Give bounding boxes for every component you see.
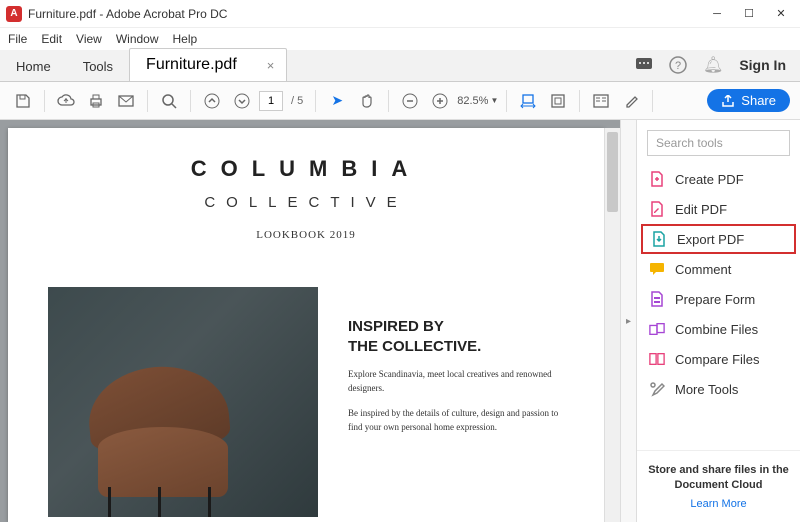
maximize-button[interactable]: ☐ bbox=[742, 7, 756, 21]
doc-para-2: Be inspired by the details of culture, d… bbox=[348, 407, 564, 434]
tool-item-create-pdf[interactable]: Create PDF bbox=[637, 164, 800, 194]
tools-panel: Search tools Create PDF Edit PDF Export PD… bbox=[636, 120, 800, 522]
doc-copy: INSPIRED BY THE COLLECTIVE. Explore Scan… bbox=[348, 287, 564, 517]
doc-brand-title: COLUMBIA bbox=[48, 156, 564, 182]
edit-pdf-icon bbox=[649, 201, 665, 217]
selection-tool-icon[interactable]: ➤ bbox=[324, 88, 350, 114]
tab-document-label: Furniture.pdf bbox=[146, 56, 237, 74]
close-button[interactable]: ✕ bbox=[774, 7, 788, 21]
export-pdf-icon bbox=[651, 231, 667, 247]
tool-item-compare-files[interactable]: Compare Files bbox=[637, 344, 800, 374]
main-area: COLUMBIA COLLECTIVE LOOKBOOK 2019 INSPIR… bbox=[0, 120, 800, 522]
tab-document-active[interactable]: Furniture.pdf × bbox=[129, 48, 287, 81]
doc-lookbook: LOOKBOOK 2019 bbox=[48, 229, 564, 241]
create-pdf-icon bbox=[649, 171, 665, 187]
search-icon[interactable] bbox=[156, 88, 182, 114]
titlebar: A Furniture.pdf - Adobe Acrobat Pro DC ─… bbox=[0, 0, 800, 28]
tool-list: Create PDF Edit PDF Export PDF Comment Prepa… bbox=[637, 164, 800, 450]
tool-item-label: Edit PDF bbox=[675, 202, 727, 217]
tool-item-label: Comment bbox=[675, 262, 731, 277]
minimize-button[interactable]: ─ bbox=[710, 7, 724, 21]
tool-item-label: Compare Files bbox=[675, 352, 760, 367]
bell-icon[interactable]: 🔔︎ bbox=[703, 55, 723, 75]
tabbar: Home Tools Furniture.pdf × ? 🔔︎ Sign In bbox=[0, 50, 800, 82]
mail-icon[interactable] bbox=[113, 88, 139, 114]
doc-heading-b: THE COLLECTIVE. bbox=[348, 337, 564, 357]
doc-para-1: Explore Scandinavia, meet local creative… bbox=[348, 368, 564, 395]
print-icon[interactable] bbox=[83, 88, 109, 114]
sign-in-button[interactable]: Sign In bbox=[739, 57, 786, 73]
tab-home[interactable]: Home bbox=[0, 51, 67, 81]
tool-item-label: Combine Files bbox=[675, 322, 758, 337]
share-icon bbox=[721, 95, 735, 107]
menu-window[interactable]: Window bbox=[116, 32, 159, 46]
tool-item-label: Export PDF bbox=[677, 232, 744, 247]
menu-file[interactable]: File bbox=[8, 32, 27, 46]
tool-item-label: Prepare Form bbox=[675, 292, 755, 307]
tool-item-label: More Tools bbox=[675, 382, 738, 397]
tool-item-export-pdf[interactable]: Export PDF bbox=[641, 224, 796, 254]
highlight-icon[interactable] bbox=[618, 88, 644, 114]
tool-item-edit-pdf[interactable]: Edit PDF bbox=[637, 194, 800, 224]
doc-photo bbox=[48, 287, 318, 517]
vertical-scrollbar[interactable] bbox=[604, 128, 620, 522]
promo-text: Store and share files in the Document Cl… bbox=[647, 463, 790, 492]
tab-tools[interactable]: Tools bbox=[67, 51, 129, 81]
tab-close-icon[interactable]: × bbox=[267, 58, 275, 73]
toolbar: / 5 ➤ 82.5%▼ Share bbox=[0, 82, 800, 120]
svg-text:?: ? bbox=[675, 60, 681, 72]
fit-page-icon[interactable] bbox=[545, 88, 571, 114]
comment-icon bbox=[649, 261, 665, 277]
tool-item-combine-files[interactable]: Combine Files bbox=[637, 314, 800, 344]
tool-item-more-tools[interactable]: More Tools bbox=[637, 374, 800, 404]
search-tools-input[interactable]: Search tools bbox=[647, 130, 790, 156]
page-up-icon[interactable] bbox=[199, 88, 225, 114]
zoom-dropdown[interactable]: 82.5%▼ bbox=[457, 95, 498, 107]
help-icon[interactable]: ? bbox=[669, 56, 687, 74]
tool-item-comment[interactable]: Comment bbox=[637, 254, 800, 284]
menubar: File Edit View Window Help bbox=[0, 28, 800, 50]
tool-item-label: Create PDF bbox=[675, 172, 744, 187]
menu-view[interactable]: View bbox=[76, 32, 102, 46]
fit-width-icon[interactable] bbox=[515, 88, 541, 114]
save-icon[interactable] bbox=[10, 88, 36, 114]
page-number-input[interactable] bbox=[259, 91, 283, 111]
zoom-out-icon[interactable] bbox=[397, 88, 423, 114]
promo-box: Store and share files in the Document Cl… bbox=[637, 450, 800, 522]
messages-icon[interactable] bbox=[635, 57, 653, 73]
share-button[interactable]: Share bbox=[707, 89, 790, 112]
window-title: Furniture.pdf - Adobe Acrobat Pro DC bbox=[28, 7, 710, 21]
menu-help[interactable]: Help bbox=[173, 32, 198, 46]
hand-tool-icon[interactable] bbox=[354, 88, 380, 114]
document-page: COLUMBIA COLLECTIVE LOOKBOOK 2019 INSPIR… bbox=[8, 128, 604, 522]
more-tools-icon bbox=[649, 381, 665, 397]
doc-heading-a: INSPIRED BY bbox=[348, 317, 564, 337]
app-icon: A bbox=[6, 6, 22, 22]
page-total: / 5 bbox=[291, 95, 303, 107]
combine-files-icon bbox=[649, 321, 665, 337]
document-viewport[interactable]: COLUMBIA COLLECTIVE LOOKBOOK 2019 INSPIR… bbox=[0, 120, 620, 522]
read-mode-icon[interactable] bbox=[588, 88, 614, 114]
page-down-icon[interactable] bbox=[229, 88, 255, 114]
zoom-in-icon[interactable] bbox=[427, 88, 453, 114]
cloud-icon[interactable] bbox=[53, 88, 79, 114]
menu-edit[interactable]: Edit bbox=[41, 32, 62, 46]
prepare-form-icon bbox=[649, 291, 665, 307]
tool-item-prepare-form[interactable]: Prepare Form bbox=[637, 284, 800, 314]
doc-brand-subtitle: COLLECTIVE bbox=[48, 194, 564, 211]
panel-toggle[interactable]: ▸ bbox=[620, 120, 636, 522]
promo-link[interactable]: Learn More bbox=[647, 498, 790, 510]
compare-files-icon bbox=[649, 351, 665, 367]
